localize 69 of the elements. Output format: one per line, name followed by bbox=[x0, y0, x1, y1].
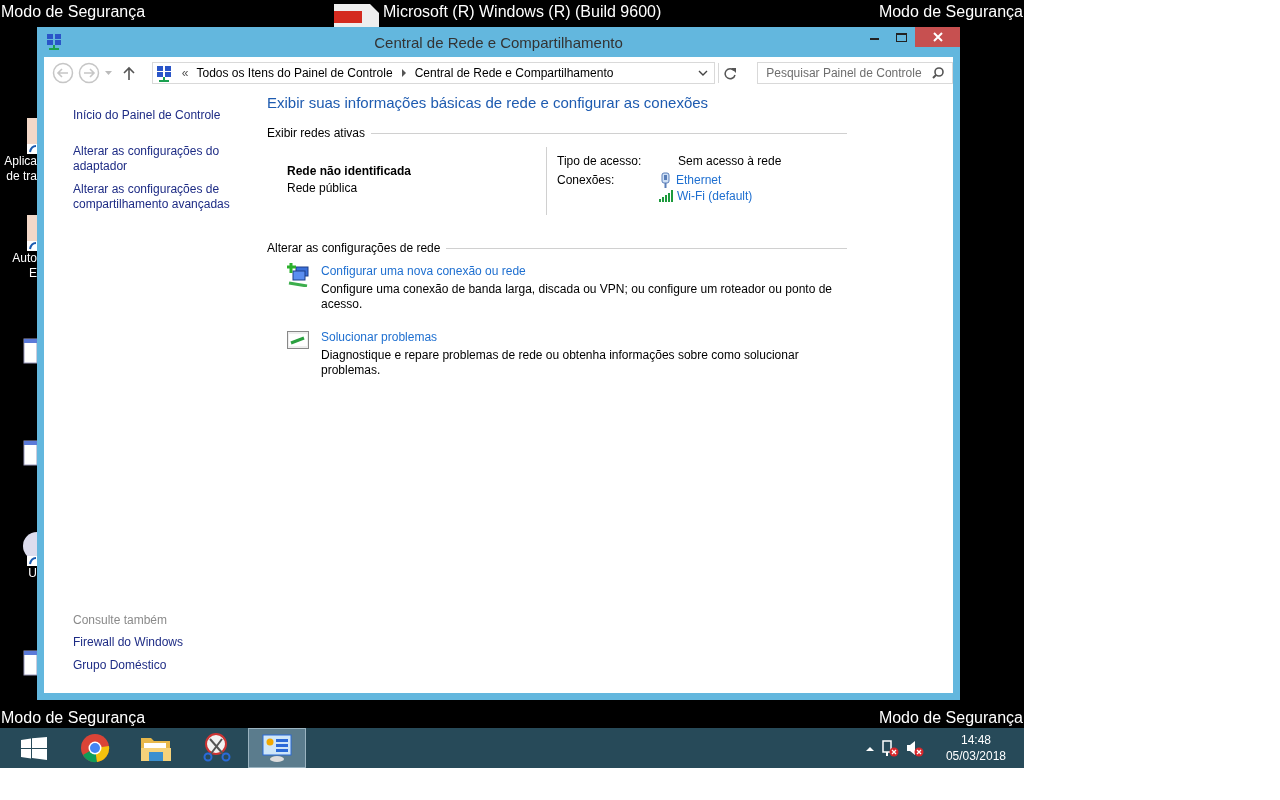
network-error-icon bbox=[881, 739, 899, 757]
breadcrumb-arrow-icon[interactable] bbox=[401, 69, 406, 77]
desktop-icon-label[interactable]: E bbox=[29, 266, 37, 281]
windows-logo-icon bbox=[20, 736, 47, 760]
desktop-icon-label[interactable]: Auto bbox=[12, 251, 37, 266]
search-field[interactable]: Pesquisar Painel de Controle bbox=[757, 62, 953, 84]
sidebar-link[interactable]: Início do Painel de Controle bbox=[73, 108, 267, 123]
network-name: Rede não identificada bbox=[287, 163, 413, 180]
task-link[interactable]: Solucionar problemas bbox=[321, 329, 438, 345]
safe-mode-label: Modo de Segurança bbox=[878, 2, 1023, 22]
task-description: Configure uma conexão de banda larga, discada ou VPN; ou configure um roteador ou ponto de acesso. bbox=[321, 282, 833, 312]
window-icon bbox=[23, 440, 37, 466]
section-heading: Exibir redes ativas bbox=[267, 126, 366, 141]
close-button[interactable] bbox=[915, 27, 960, 47]
network-icon bbox=[155, 64, 172, 82]
sidebar-link[interactable]: Alterar as configurações de compartilhamento avançadas bbox=[73, 182, 267, 212]
clock-date[interactable]: 05/03/2018 bbox=[945, 748, 1006, 764]
browser-icon bbox=[79, 733, 110, 763]
section-heading: Alterar as configurações de rede bbox=[267, 241, 441, 256]
network-icon bbox=[46, 33, 62, 50]
clock-time[interactable]: 14:48 bbox=[960, 732, 991, 748]
caret-up-icon bbox=[865, 745, 874, 751]
see-also-heading: Consulte também bbox=[73, 613, 169, 628]
network-add-icon bbox=[287, 263, 311, 287]
task-description: Diagnostique e repare problemas de rede ou obtenha informações sobre como solucionar problemas. bbox=[321, 348, 800, 378]
page-heading: Exibir suas informações básicas de rede e configurar as conexões bbox=[267, 93, 710, 113]
breadcrumb[interactable]: Central de Rede e Compartilhamento bbox=[410, 66, 618, 80]
safe-mode-label: Modo de Segurança bbox=[1, 2, 146, 22]
build-label: Microsoft (R) Windows (R) (Build 9600) bbox=[383, 2, 662, 22]
ethernet-plug-icon bbox=[659, 172, 672, 188]
connection-link[interactable]: Ethernet bbox=[676, 172, 722, 188]
troubleshoot-icon bbox=[287, 329, 309, 351]
volume-muted-icon bbox=[906, 739, 924, 757]
property-value: Sem acesso à rede bbox=[678, 153, 782, 169]
pdf-file-icon bbox=[334, 4, 379, 27]
desktop-icon-label[interactable]: de tra bbox=[6, 169, 37, 184]
show-hidden-icons-button[interactable] bbox=[865, 745, 874, 751]
chevron-down-icon bbox=[697, 70, 708, 76]
address-bar[interactable]: « Todos os Itens do Painel de Controle Central de Rede e Compartilhamento bbox=[151, 62, 715, 84]
network-category: Rede pública bbox=[287, 180, 359, 197]
scissors-icon bbox=[201, 733, 232, 763]
safe-mode-label: Modo de Segurança bbox=[878, 708, 1023, 728]
property-label: Conexões: bbox=[557, 172, 616, 189]
sidebar-link[interactable]: Alterar as configurações do adaptador bbox=[73, 144, 267, 174]
property-label: Tipo de acesso: bbox=[557, 153, 643, 169]
breadcrumb[interactable]: Todos os Itens do Painel de Controle bbox=[192, 66, 397, 80]
task-link[interactable]: Configurar uma nova conexão ou rede bbox=[321, 263, 526, 279]
connection-link[interactable]: Wi-Fi (default) bbox=[677, 188, 753, 204]
desktop-icon-label[interactable]: U bbox=[28, 566, 37, 581]
maximize-icon bbox=[896, 32, 907, 42]
disc-icon bbox=[23, 532, 37, 566]
signal-bars-icon bbox=[659, 190, 673, 202]
volume-tray-button[interactable] bbox=[906, 739, 924, 757]
close-icon bbox=[932, 32, 943, 42]
safe-mode-label: Modo de Segurança bbox=[1, 708, 146, 728]
up-arrow-icon bbox=[123, 66, 136, 80]
window-title: Central de Rede e Compartilhamento bbox=[373, 34, 624, 51]
control-panel-icon bbox=[262, 733, 292, 763]
caret-icon bbox=[104, 71, 112, 75]
desktop-icon-label[interactable]: Aplica bbox=[4, 154, 37, 169]
window-icon bbox=[23, 338, 37, 364]
see-also-link[interactable]: Firewall do Windows bbox=[73, 635, 267, 650]
network-tray-button[interactable] bbox=[881, 739, 899, 757]
refresh-icon bbox=[724, 66, 736, 80]
taskbar-button[interactable] bbox=[248, 728, 306, 768]
see-also-link[interactable]: Grupo Doméstico bbox=[73, 658, 267, 673]
overflow-chevron[interactable]: « bbox=[177, 66, 193, 80]
search-icon bbox=[932, 67, 944, 79]
window-icon bbox=[23, 650, 37, 676]
